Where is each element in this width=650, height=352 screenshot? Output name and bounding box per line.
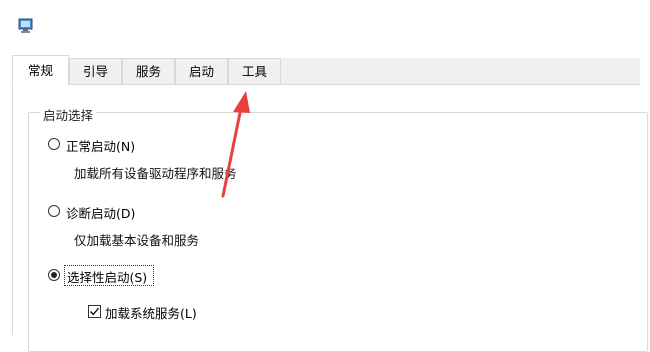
red-arrow-icon	[221, 91, 250, 198]
tab-general[interactable]: 常规	[12, 55, 69, 86]
